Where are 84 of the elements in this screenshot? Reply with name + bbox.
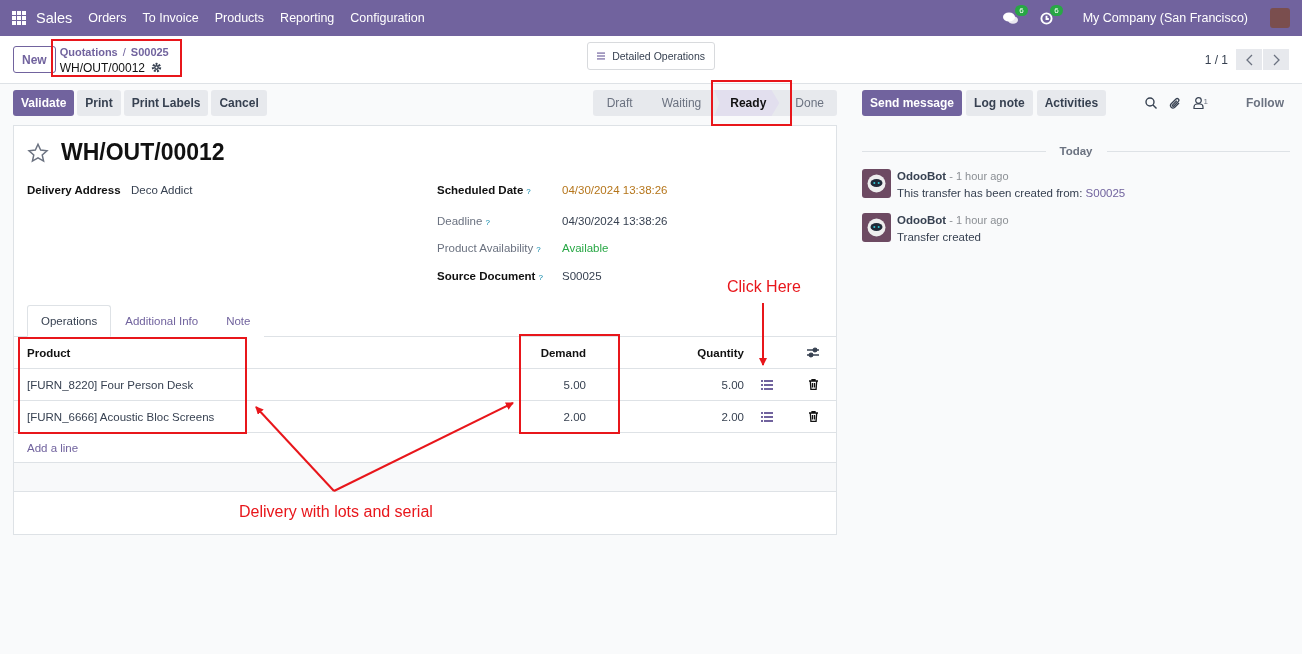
message-author: OdooBot <box>897 214 947 226</box>
record-link[interactable]: S00025 <box>1085 187 1126 199</box>
field-label: Scheduled Date <box>437 184 524 196</box>
company-name[interactable]: My Company (San Francisco) <box>1074 11 1256 25</box>
field-label: Product Availability <box>437 242 534 254</box>
chatter-button[interactable]: Send message <box>862 90 963 116</box>
bot-avatar <box>862 169 891 198</box>
field-value[interactable]: S00025 <box>562 270 602 282</box>
menu-item[interactable]: Reporting <box>272 11 343 25</box>
message-time: - 1 hour ago <box>949 214 1009 226</box>
chat-icon[interactable] <box>1002 11 1018 25</box>
app-name[interactable]: Sales <box>26 10 81 26</box>
settings-icon[interactable] <box>151 62 163 73</box>
bot-avatar <box>862 213 891 242</box>
field-value[interactable]: 04/30/2024 13:38:26 <box>562 184 668 196</box>
status-stage[interactable]: Draft <box>592 90 646 116</box>
menu-icon <box>597 50 606 62</box>
table-cell-text: 5.00 <box>720 378 744 391</box>
menu-item[interactable]: Products <box>206 11 273 25</box>
breadcrumb-link[interactable]: Quotations <box>59 45 118 58</box>
field-value[interactable]: 04/30/2024 13:38:26 <box>562 215 668 227</box>
help-tooltip[interactable]: ? <box>485 218 490 227</box>
trash-icon[interactable] <box>808 411 818 422</box>
menu-item[interactable]: Orders <box>80 11 135 25</box>
message-time: - 1 hour ago <box>949 170 1009 182</box>
person-icon[interactable] <box>1192 97 1204 109</box>
message-author: OdooBot <box>897 170 947 182</box>
action-button[interactable]: Print <box>77 90 121 116</box>
activity-count-badge: 6 <box>1050 4 1063 16</box>
chatter-button[interactable]: Activities <box>1036 90 1107 116</box>
trash-icon[interactable] <box>808 379 818 390</box>
table-cell-text: 2.00 <box>562 410 586 423</box>
help-tooltip[interactable]: ? <box>536 245 541 254</box>
field-value[interactable]: Available <box>562 242 609 254</box>
field-label: Source Document <box>437 270 536 282</box>
field-label: Delivery Address <box>27 184 122 196</box>
annotation-arrow <box>759 302 767 366</box>
table-cell-text: [FURN_6666] Acoustic Bloc Screens <box>27 410 216 423</box>
action-button[interactable]: Print Labels <box>123 90 209 116</box>
chatter-button[interactable]: Log note <box>966 90 1033 116</box>
column-header[interactable]: Product <box>27 346 506 359</box>
date-separator: Today <box>1059 145 1093 157</box>
detailed-list-icon[interactable] <box>761 379 773 390</box>
annotation-text: Click Here <box>727 278 801 296</box>
help-tooltip[interactable]: ? <box>526 187 531 196</box>
chevron-right-icon <box>1272 53 1280 66</box>
column-header[interactable]: Demand <box>506 346 586 359</box>
message-count-badge: 6 <box>1015 4 1028 16</box>
chevron-left-icon <box>1245 53 1253 66</box>
tab[interactable]: Operations <box>27 305 112 337</box>
menu-item[interactable]: To Invoice <box>134 11 207 25</box>
action-button[interactable]: Validate <box>13 90 75 116</box>
follow-button[interactable]: Follow <box>1240 95 1290 111</box>
status-stage[interactable]: Waiting <box>645 90 715 116</box>
table-cell-text: [FURN_8220] Four Person Desk <box>27 378 195 391</box>
column-header[interactable]: Quantity <box>586 346 744 359</box>
table-cell-text: 5.00 <box>562 378 586 391</box>
message-text: Transfer created <box>897 231 982 243</box>
status-stage[interactable]: Done <box>779 90 837 116</box>
paperclip-icon[interactable] <box>1168 96 1181 110</box>
annotation-text: Delivery with lots and serial <box>239 503 433 521</box>
detailed-operations-button[interactable]: Detailed Operations <box>587 42 715 70</box>
message-text: This transfer has been created from: S00025 <box>897 187 1126 199</box>
table-cell-text: 2.00 <box>720 410 744 423</box>
breadcrumb-link[interactable]: S00025 <box>130 45 169 58</box>
app-grid-icon[interactable] <box>12 11 26 25</box>
field-value[interactable]: Deco Addict <box>131 184 193 196</box>
add-line-link[interactable]: Add a line <box>27 441 79 454</box>
breadcrumb-separator: / <box>122 45 126 58</box>
column-settings-icon[interactable] <box>807 347 819 358</box>
help-tooltip[interactable]: ? <box>538 273 543 282</box>
follower-count: 1 <box>1203 97 1208 106</box>
status-stage[interactable]: Ready <box>714 90 780 116</box>
record-name: WH/OUT/00012 <box>59 60 146 75</box>
new-button[interactable]: New <box>13 46 56 73</box>
pager-value: 1 / 1 <box>1204 52 1228 67</box>
search-icon[interactable] <box>1144 97 1157 109</box>
action-button[interactable]: Cancel <box>211 90 267 116</box>
field-label: Deadline <box>437 215 483 227</box>
record-title: WH/OUT/00012 <box>61 139 225 166</box>
clock-icon[interactable] <box>1039 11 1053 25</box>
star-icon[interactable] <box>27 141 49 164</box>
detailed-list-icon[interactable] <box>761 411 773 422</box>
menu-item[interactable]: Configuration <box>342 11 433 25</box>
